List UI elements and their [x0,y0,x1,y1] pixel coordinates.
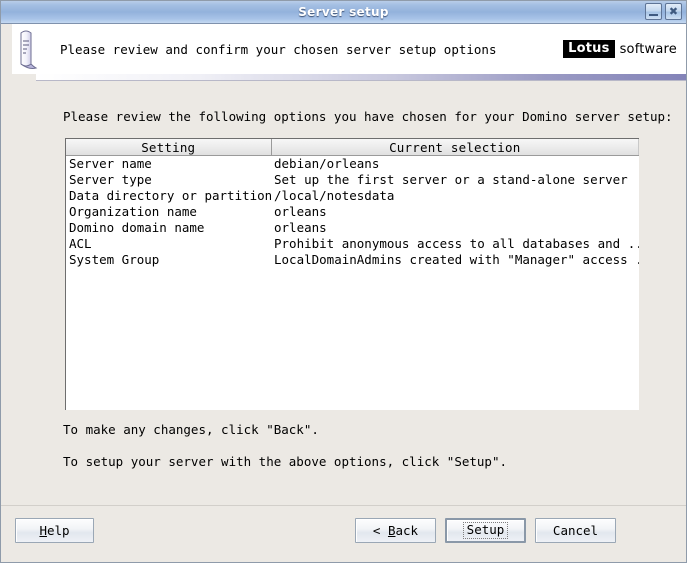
banner-inner: Please review and confirm your chosen se… [12,24,686,74]
table-row[interactable]: Server typeSet up the first server or a … [66,172,639,188]
table-row[interactable]: Domino domain nameorleans [66,220,639,236]
window-title: Server setup [298,5,389,19]
cancel-button[interactable]: Cancel [535,518,616,543]
server-setup-window: Server setup ✖ [0,0,687,563]
intro-text: Please review the following options you … [63,109,674,124]
cell-current-selection: Prohibit anonymous access to all databas… [271,236,639,252]
help-rest: elp [47,523,70,538]
window-controls: ✖ [645,3,682,20]
document-scroll-icon [14,28,48,74]
note-back: To make any changes, click "Back". [63,422,319,437]
cell-current-selection: orleans [271,220,639,236]
minimize-icon [649,14,658,16]
table-body: Server namedebian/orleansServer typeSet … [66,156,639,269]
banner-heading: Please review and confirm your chosen se… [60,42,497,57]
back-prefix: < [373,523,388,538]
logo-suffix: software [620,42,677,57]
table-row[interactable]: ACLProhibit anonymous access to all data… [66,236,639,252]
cell-setting: Server name [66,156,271,173]
options-table-panel[interactable]: Setting Current selection Server namedeb… [65,138,639,410]
content-area: Please review the following options you … [1,109,686,505]
close-button[interactable]: ✖ [665,3,682,20]
note-setup: To setup your server with the above opti… [63,454,507,469]
cell-current-selection: /local/notesdata [271,188,639,204]
close-icon: ✖ [666,4,681,19]
help-button-label: Help [39,523,69,538]
back-button[interactable]: < Back [355,518,436,543]
help-button[interactable]: Help [15,518,94,543]
options-table: Setting Current selection Server namedeb… [66,139,639,268]
minimize-button[interactable] [645,3,662,20]
cell-current-selection: Set up the first server or a stand-alone… [271,172,639,188]
back-mnemonic: B [388,523,396,538]
lotus-software-logo: Lotus software [563,40,677,58]
cancel-button-label: Cancel [553,523,598,538]
cell-setting: Server type [66,172,271,188]
table-row[interactable]: Server namedebian/orleans [66,156,639,173]
cell-current-selection: LocalDomainAdmins created with "Manager"… [271,252,639,268]
back-rest: ack [396,523,419,538]
banner-left-padding [1,24,12,74]
cell-setting: ACL [66,236,271,252]
table-header-row: Setting Current selection [66,139,639,156]
setup-button-label: Setup [463,522,509,539]
window-titlebar[interactable]: Server setup ✖ [1,1,686,24]
table-row[interactable]: Data directory or partition/local/notesd… [66,188,639,204]
banner: Please review and confirm your chosen se… [1,24,686,74]
cell-current-selection: orleans [271,204,639,220]
banner-gap [1,81,686,109]
cell-setting: Organization name [66,204,271,220]
table-row[interactable]: System GroupLocalDomainAdmins created wi… [66,252,639,268]
back-button-label: < Back [373,523,418,538]
help-mnemonic: H [39,523,47,538]
cell-setting: System Group [66,252,271,268]
setup-button[interactable]: Setup [445,518,526,543]
table-row[interactable]: Organization nameorleans [66,204,639,220]
button-bar: Help < Back Setup Cancel [1,505,686,562]
cell-setting: Domino domain name [66,220,271,236]
banner-divider [36,74,686,81]
column-header-setting[interactable]: Setting [66,139,271,156]
cell-setting: Data directory or partition [66,188,271,204]
cell-current-selection: debian/orleans [271,156,639,173]
logo-brand: Lotus [563,40,614,58]
column-header-current-selection[interactable]: Current selection [271,139,639,156]
